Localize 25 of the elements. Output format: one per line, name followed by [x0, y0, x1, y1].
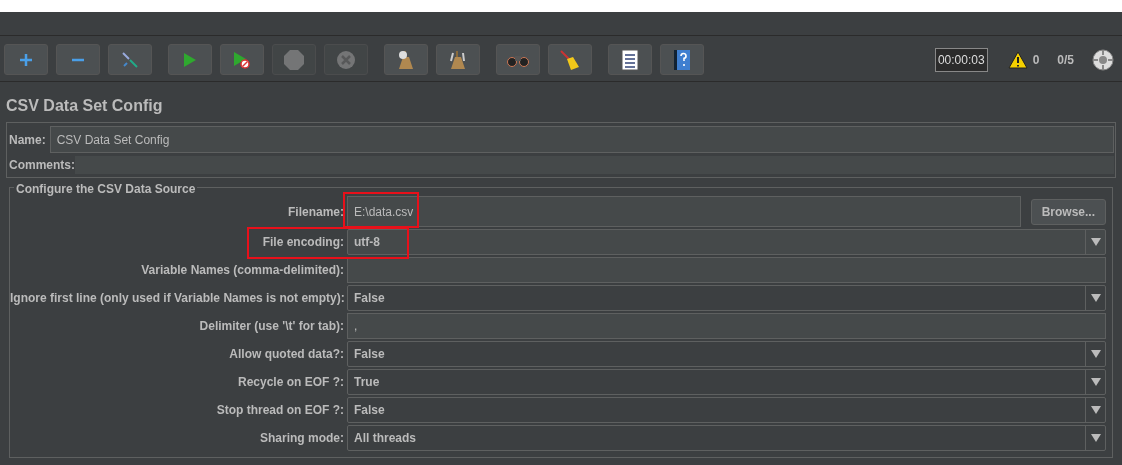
field-label: Allow quoted data?:: [228, 346, 344, 363]
field-label: Sharing mode:: [259, 430, 344, 447]
browse-button[interactable]: Browse...: [1030, 198, 1106, 225]
dropdown[interactable]: False: [347, 397, 1106, 423]
name-label: Name:: [8, 131, 46, 149]
name-field[interactable]: CSV Data Set Config: [49, 126, 1114, 153]
dropdown[interactable]: All threads: [347, 425, 1106, 451]
thread-count: 0/5: [1057, 51, 1074, 69]
field-label: File encoding:: [261, 234, 344, 251]
field-label: Delimiter (use '\t' for tab):: [198, 318, 344, 335]
dropdown[interactable]: utf-8: [347, 229, 1106, 255]
field-label: Stop thread on EOF ?:: [215, 402, 344, 419]
field-label: Recycle on EOF ?:: [236, 374, 344, 391]
panel-title: CSV Data Set Config: [6, 96, 164, 116]
field-label: Ignore first line (only used if Variable Names is not empty):: [10, 290, 344, 307]
dropdown[interactable]: False: [347, 285, 1106, 311]
dropdown[interactable]: False: [347, 341, 1106, 367]
field-label: Variable Names (comma-delimited):: [140, 262, 344, 279]
comments-label: Comments:: [8, 157, 75, 174]
field-label: Filename:: [287, 203, 344, 221]
dropdown[interactable]: True: [347, 369, 1106, 395]
elapsed-timer: 00:00:03: [934, 47, 988, 72]
text-field[interactable]: ,: [347, 313, 1106, 339]
warning-count: 0: [1032, 51, 1040, 69]
filename-field[interactable]: E:\data.csv: [347, 196, 1021, 227]
